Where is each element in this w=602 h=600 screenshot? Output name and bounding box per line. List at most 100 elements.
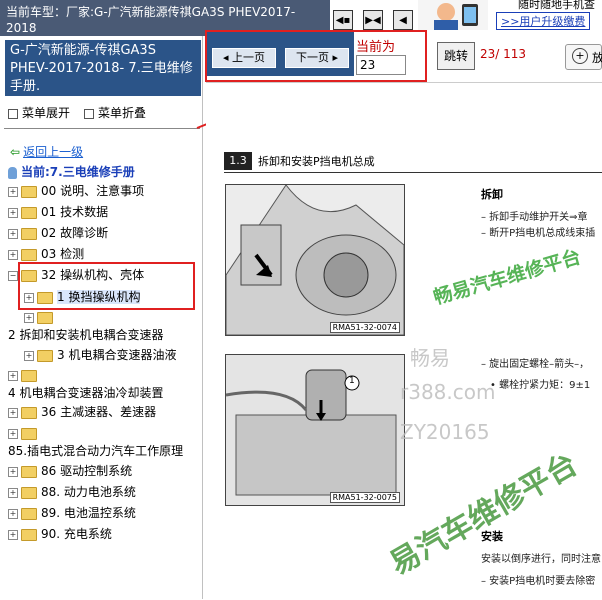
tree-item-label: 02 故障诊断 [41,226,109,240]
menu-expand-label: 菜单展开 [22,106,71,120]
tree-item-label: 36 主减速器、差速器 [41,405,157,419]
folder-icon [21,507,37,520]
tree-item-blank[interactable]: + [24,308,57,326]
expand-plus-icon[interactable]: + [8,428,18,439]
ad-line1: 随时随地手机查 [518,0,595,11]
manual-title-text: G-广汽新能源-传祺GA3S PHEV-2017-2018- 7.三电维修手册. [10,43,193,94]
folder-icon [21,486,37,499]
tree-item-36[interactable]: +36 主减速器、差速器 [8,403,156,421]
tree-item-label: 00 说明、注意事项 [41,184,145,198]
section-number: 1.3 [224,152,252,170]
step-text: – 旋出固定螺栓–箭头–， [481,359,590,370]
expand-plus-icon[interactable]: + [24,312,34,323]
folder-icon [21,406,37,419]
expand-plus-icon[interactable]: + [8,228,18,239]
install-text: – 安装P挡电机时要去除密 [481,576,596,587]
step-text: – 拆卸手动维护开关⇒章 [481,212,588,223]
current-location-label: 当前:7.三电维修手册 [21,165,135,179]
double-arrow-icon[interactable]: ▶◀ [363,10,383,30]
expand-icon [8,108,18,119]
tree-highlight-box [18,262,195,310]
tree-item-label: 89. 电池温控系统 [41,506,136,520]
folder-icon [21,465,37,478]
menu-collapse-button[interactable]: 菜单折叠 [84,104,146,121]
first-page-icon[interactable]: ◀▪ [333,10,353,30]
expand-plus-icon[interactable]: + [8,407,18,418]
folder-icon [21,185,37,198]
tree-item-label: 88. 动力电池系统 [41,485,136,499]
tree-item-label: 4 机电耦合变速器油冷却装置 [8,386,164,400]
zoom-label: 放 [592,51,602,65]
current-location: 当前:7.三电维修手册 [8,163,135,180]
last-page-icon[interactable]: ◀ [393,10,413,30]
tree-item-label: 85.插电式混合动力汽车工作原理 [8,444,184,458]
expand-plus-icon[interactable]: + [8,529,18,540]
expand-plus-icon[interactable]: + [8,508,18,519]
page-count: 23/ 113 [480,47,527,61]
back-link[interactable]: ⇦ 返回上一级 [10,143,83,160]
tree-item-89[interactable]: +89. 电池温控系统 [8,504,136,522]
watermark-gray-2: r388.com [400,380,496,404]
engine-photo-2: 1 RMA51-32-0075 [225,354,405,506]
ad-image-icon [418,0,488,30]
panel-divider [4,128,200,129]
remove-heading: 拆卸 [481,188,503,201]
folder-icon [21,206,37,219]
tree-item-88[interactable]: +88. 动力电池系统 [8,483,136,501]
expand-plus-icon[interactable]: + [8,207,18,218]
tree-item-4-cooler[interactable]: 4 机电耦合变速器油冷却装置 [8,384,163,402]
tree-item-label: 90. 充电系统 [41,527,112,541]
section-rule [224,172,602,173]
tree-item-90[interactable]: +90. 充电系统 [8,525,112,543]
expand-plus-icon[interactable]: + [8,186,18,197]
folder-icon [37,311,53,324]
folder-icon [21,427,37,440]
tree-item-label: 2 拆卸和安装机电耦合变速器 [8,328,164,342]
tree-item-label: 03 检测 [41,247,85,261]
tree-item-blank[interactable]: + [8,366,41,384]
collapse-icon [84,108,94,119]
tree-item-03[interactable]: +03 检测 [8,245,84,263]
engine-photo-1: RMA51-32-0074 [225,184,405,336]
expand-plus-icon[interactable]: + [8,249,18,260]
tree-item-label: 01 技术数据 [41,205,109,219]
back-arrow-icon: ⇦ [10,145,21,159]
ad-upgrade-link[interactable]: >>用户升级缴费 [496,12,591,30]
expand-plus-icon[interactable]: + [8,466,18,477]
zoom-button[interactable]: + 放 [565,44,602,70]
back-link-label: 返回上一级 [23,145,84,159]
folder-icon [21,248,37,261]
install-text: 安装以倒序进行，同时注意 [481,554,601,565]
toolbar-highlight-box [205,30,427,82]
expand-plus-icon[interactable]: + [8,487,18,498]
tree-item-3-fluid[interactable]: +3 机电耦合变速器油液 [24,346,176,364]
step-text: – 断开P挡电机总成线束插 [481,228,596,239]
tree-item-2-transmission[interactable]: 2 拆卸和安装机电耦合变速器 [8,326,163,344]
torque-text: • 螺栓拧紧力矩：9±1 [490,380,591,391]
tree-item-86[interactable]: +86 驱动控制系统 [8,462,132,480]
tree-item-00[interactable]: +00 说明、注意事项 [8,182,144,200]
folder-icon [21,227,37,240]
expand-plus-icon[interactable]: + [24,350,34,361]
engine-drawing-icon [226,185,404,335]
manual-title: G-广汽新能源-传祺GA3S PHEV-2017-2018- 7.三电维修手册. [5,40,201,96]
tree-item-blank[interactable]: + [8,424,41,442]
ad-banner[interactable]: 随时随地手机查 >>用户升级缴费 [418,0,602,30]
watermark-gray-3: ZY20165 [400,420,490,444]
tree-item-label: 3 机电耦合变速器油液 [57,348,177,362]
engine-drawing-icon [226,355,404,505]
photo-2-callout: 1 [349,376,355,386]
tree-item-01[interactable]: +01 技术数据 [8,203,108,221]
collapse-minus-icon[interactable]: − [8,270,18,281]
tree-item-02[interactable]: +02 故障诊断 [8,224,108,242]
folder-icon [21,369,37,382]
zoom-in-icon: + [572,48,588,64]
section-title: 拆卸和安装P挡电机总成 [258,155,375,168]
expand-plus-icon[interactable]: + [8,370,18,381]
manual-icon [8,166,17,179]
folder-icon [37,349,53,362]
tree-item-85[interactable]: 85.插电式混合动力汽车工作原理 [8,442,183,460]
menu-expand-button[interactable]: 菜单展开 [8,104,70,121]
jump-button[interactable]: 跳转 [437,42,475,70]
photo-1-code: RMA51-32-0074 [329,322,400,333]
